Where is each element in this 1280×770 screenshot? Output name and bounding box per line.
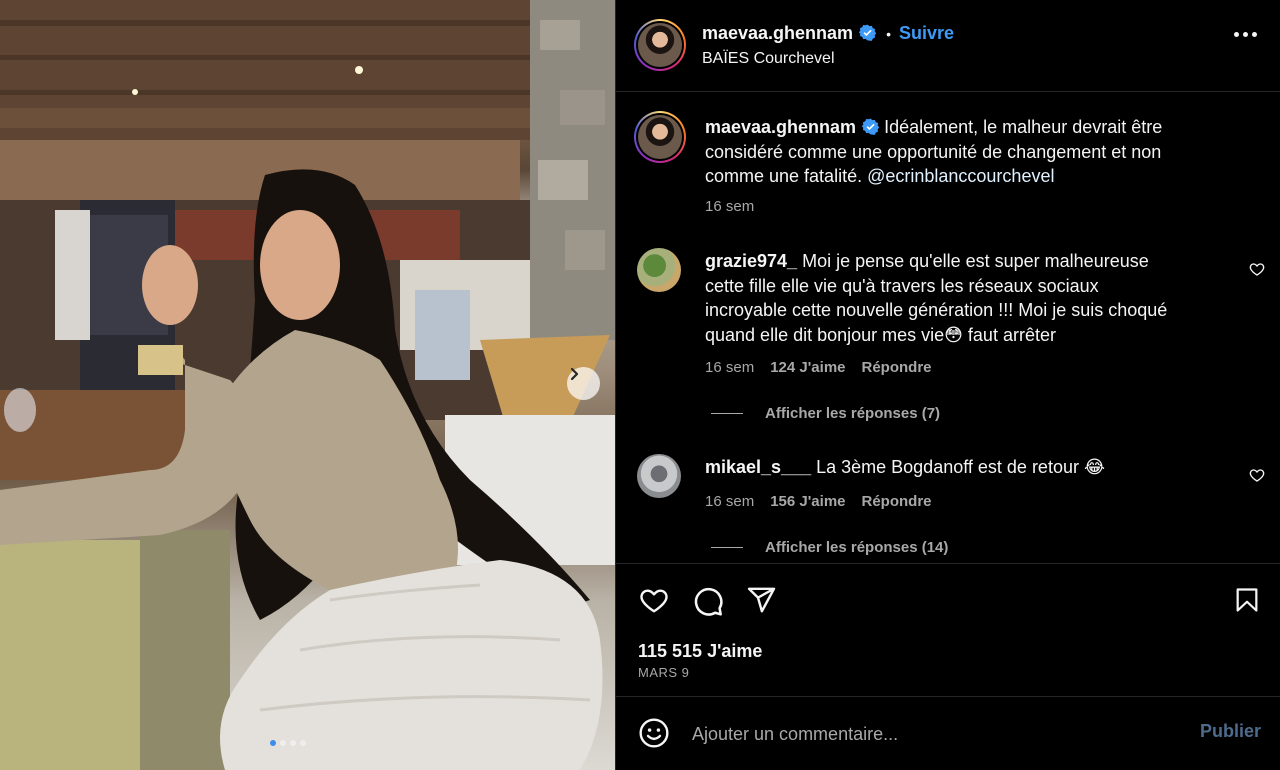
emoji-icon[interactable] <box>638 717 670 749</box>
slide-dot <box>280 740 286 746</box>
comment-like-heart-icon[interactable] <box>1249 467 1265 483</box>
comment-icon[interactable] <box>692 585 724 617</box>
reply-button[interactable]: Répondre <box>862 493 932 510</box>
caption-username[interactable]: maevaa.ghennam <box>705 117 856 137</box>
view-replies-label: Afficher les réponses (7) <box>765 405 941 422</box>
comment-composer: Publier <box>616 698 1280 770</box>
comment-username[interactable]: grazie974_ <box>705 251 797 271</box>
caption-mention-link[interactable]: @ecrinblanccourchevel <box>867 166 1054 186</box>
slide-dot <box>270 740 276 746</box>
header-separator: • <box>886 26 891 42</box>
verified-badge-icon <box>862 118 880 135</box>
slide-dot <box>290 740 296 746</box>
more-options-icon[interactable] <box>1234 32 1257 37</box>
comment-input[interactable] <box>692 720 1172 748</box>
heart-icon[interactable] <box>638 585 670 615</box>
next-slide-button[interactable] <box>567 367 600 400</box>
comment-text-line: incroyable cette nouvelle génération !!!… <box>705 300 1168 320</box>
bookmark-icon[interactable] <box>1233 585 1261 615</box>
comment-text-line: Moi je pense qu'elle est super malheureu… <box>802 251 1149 271</box>
caption-text-line: Idéalement, le malheur devrait être <box>884 117 1163 137</box>
post-header: maevaa.ghennam • Suivre BAÏES Courchevel <box>616 0 1280 92</box>
comment-text-line: quand elle dit bonjour mes vie😳 faut arr… <box>705 324 1056 345</box>
follow-button[interactable]: Suivre <box>899 23 954 43</box>
post-photo <box>0 0 615 770</box>
comment: mikael_s___ La 3ème Bogdanoff est de ret… <box>705 455 1235 480</box>
comment-text-line: La 3ème Bogdanoff est de retour 😂 <box>816 457 1105 477</box>
likes-count[interactable]: 115 515 J'aime <box>638 641 762 662</box>
publish-button[interactable]: Publier <box>1200 721 1261 742</box>
comment-meta: 16 sem 156 J'aime Répondre <box>705 493 948 510</box>
comment-text-line: cette fille elle vie qu'à travers les ré… <box>705 275 1099 296</box>
comment-likes-count[interactable]: 156 J'aime <box>770 493 845 510</box>
post-media[interactable] <box>0 0 615 770</box>
caption-text-line: considéré comme une opportunité de chang… <box>705 141 1162 162</box>
comment-like-heart-icon[interactable] <box>1249 261 1265 277</box>
verified-badge-icon <box>859 24 877 41</box>
action-bar: 115 515 J'aime MARS 9 <box>616 563 1280 697</box>
reply-button[interactable]: Répondre <box>862 359 932 376</box>
comment: grazie974_ Moi je pense qu'elle est supe… <box>705 249 1235 347</box>
post-location[interactable]: BAÏES Courchevel <box>702 50 835 68</box>
commenter-avatar[interactable] <box>637 454 681 498</box>
caption: maevaa.ghennam Idéalement, le malheur de… <box>705 115 1265 189</box>
comment-time[interactable]: 16 sem <box>705 359 754 376</box>
caption-time[interactable]: 16 sem <box>705 198 754 215</box>
author-username[interactable]: maevaa.ghennam <box>702 23 853 43</box>
post-panel: maevaa.ghennam • Suivre BAÏES Courchevel m… <box>615 0 1280 770</box>
comment-meta: 16 sem 124 J'aime Répondre <box>705 359 948 376</box>
slide-indicator <box>270 740 306 746</box>
caption-text-line: comme une fatalité. <box>705 166 863 186</box>
caption-meta: 16 sem <box>705 198 770 215</box>
share-icon[interactable] <box>746 585 777 615</box>
comment-time[interactable]: 16 sem <box>705 493 754 510</box>
caption-avatar[interactable] <box>634 111 686 163</box>
author-avatar[interactable] <box>634 19 686 71</box>
comments-section[interactable]: maevaa.ghennam Idéalement, le malheur de… <box>616 93 1280 563</box>
view-replies-label: Afficher les réponses (14) <box>765 539 949 556</box>
view-replies-button[interactable]: Afficher les réponses (7) <box>711 405 940 422</box>
post-date[interactable]: MARS 9 <box>638 665 689 680</box>
chevron-right-icon <box>570 367 579 381</box>
view-replies-button[interactable]: Afficher les réponses (14) <box>711 539 948 556</box>
comment-likes-count[interactable]: 124 J'aime <box>770 359 845 376</box>
comment-username[interactable]: mikael_s___ <box>705 457 811 477</box>
commenter-avatar[interactable] <box>637 248 681 292</box>
slide-dot <box>300 740 306 746</box>
